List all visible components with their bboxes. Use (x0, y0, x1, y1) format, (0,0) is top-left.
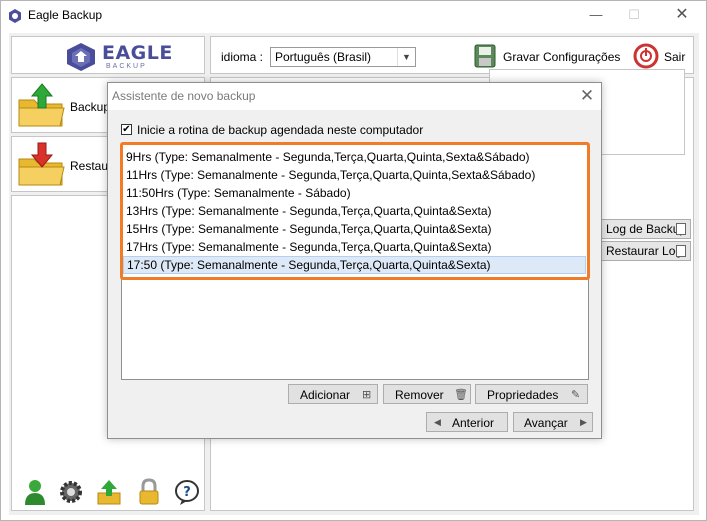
power-icon[interactable] (633, 43, 659, 69)
add-button-label: Adicionar (300, 388, 351, 402)
folder-download-icon (18, 142, 65, 186)
close-button[interactable]: ✕ (671, 5, 693, 25)
exit-button[interactable]: Sair (664, 50, 685, 64)
schedule-item[interactable]: 13Hrs (Type: Semanalmente - Segunda,Terç… (123, 202, 586, 220)
user-icon[interactable] (22, 478, 48, 506)
remove-button[interactable]: Remover 🗑 (383, 384, 471, 404)
upload-icon[interactable] (96, 478, 122, 506)
dialog-close-button[interactable]: ✕ (577, 86, 597, 106)
dialog-title: Assistente de novo backup (112, 89, 256, 103)
arrow-right-icon: ▶ (580, 417, 587, 427)
schedule-item[interactable]: 15Hrs (Type: Semanalmente - Segunda,Terç… (123, 220, 586, 238)
remove-button-label: Remover (395, 388, 444, 402)
schedule-item[interactable]: 9Hrs (Type: Semanalmente - Segunda,Terça… (123, 148, 586, 166)
window-title: Eagle Backup (28, 8, 103, 22)
help-icon[interactable]: ? (174, 478, 200, 506)
add-button[interactable]: Adicionar ⊞ (288, 384, 378, 404)
backup-log-button[interactable]: Log de Backup (599, 219, 691, 239)
schedule-item-selected[interactable]: 17:50 (Type: Semanalmente - Segunda,Terç… (123, 256, 586, 274)
restore-log-button[interactable]: Restaurar Log (599, 241, 691, 261)
schedule-checkbox[interactable]: ✔ (121, 124, 132, 135)
restore-log-label: Restaurar Log (606, 244, 683, 258)
sidebar-item-label: Backup (70, 100, 111, 114)
eagle-app-icon (9, 9, 21, 23)
dialog-title-bar[interactable]: Assistente de novo backup ✕ (108, 83, 601, 110)
lock-icon[interactable] (136, 478, 162, 506)
minimize-button[interactable]: — (585, 5, 607, 25)
eagle-logo-icon (67, 43, 95, 71)
add-icon: ⊞ (362, 389, 372, 401)
properties-button-label: Propriedades (487, 388, 559, 402)
schedule-item[interactable]: 11:50Hrs (Type: Semanalmente - Sábado) (123, 184, 586, 202)
logo-subtitle: BACKUP (106, 63, 147, 70)
edit-icon: ✎ (571, 389, 581, 401)
logo-name: EAGLE (102, 42, 173, 64)
svg-text:?: ? (183, 485, 191, 500)
arrow-left-icon: ◀ (434, 417, 441, 427)
maximize-button[interactable]: ☐ (623, 5, 645, 25)
backup-log-label: Log de Backup (606, 222, 687, 236)
properties-button[interactable]: Propriedades ✎ (475, 384, 588, 404)
trash-icon: 🗑 (454, 389, 468, 401)
title-bar[interactable]: Eagle Backup — ☐ ✕ (1, 1, 706, 30)
previous-button-label: Anterior (452, 416, 495, 430)
language-label: idioma : (221, 50, 264, 64)
chevron-down-icon: ▼ (397, 48, 415, 66)
previous-button[interactable]: ◀ Anterior (426, 412, 508, 432)
next-button-label: Avançar (524, 416, 568, 430)
schedule-item[interactable]: 11Hrs (Type: Semanalmente - Segunda,Terç… (123, 166, 586, 184)
schedule-list[interactable]: 9Hrs (Type: Semanalmente - Segunda,Terça… (120, 142, 590, 380)
next-button[interactable]: Avançar ▶ (513, 412, 593, 432)
folder-upload-icon (18, 83, 65, 127)
logo-area: EAGLE BACKUP (11, 36, 205, 74)
app-window: Eagle Backup — ☐ ✕ EAGLE BACKUP idioma :… (0, 0, 707, 521)
new-backup-wizard-dialog: Assistente de novo backup ✕ ✔ Inicie a r… (107, 82, 602, 439)
document-icon (676, 223, 686, 235)
save-settings-icon[interactable] (473, 43, 497, 69)
schedule-item[interactable]: 17Hrs (Type: Semanalmente - Segunda,Terç… (123, 238, 586, 256)
language-value: Português (Brasil) (275, 50, 372, 64)
language-select[interactable]: Português (Brasil) ▼ (270, 47, 416, 67)
schedule-checkbox-label[interactable]: Inicie a rotina de backup agendada neste… (137, 123, 423, 137)
gear-icon[interactable] (58, 478, 84, 506)
save-settings-button[interactable]: Gravar Configurações (503, 50, 620, 64)
document-icon (676, 245, 686, 257)
